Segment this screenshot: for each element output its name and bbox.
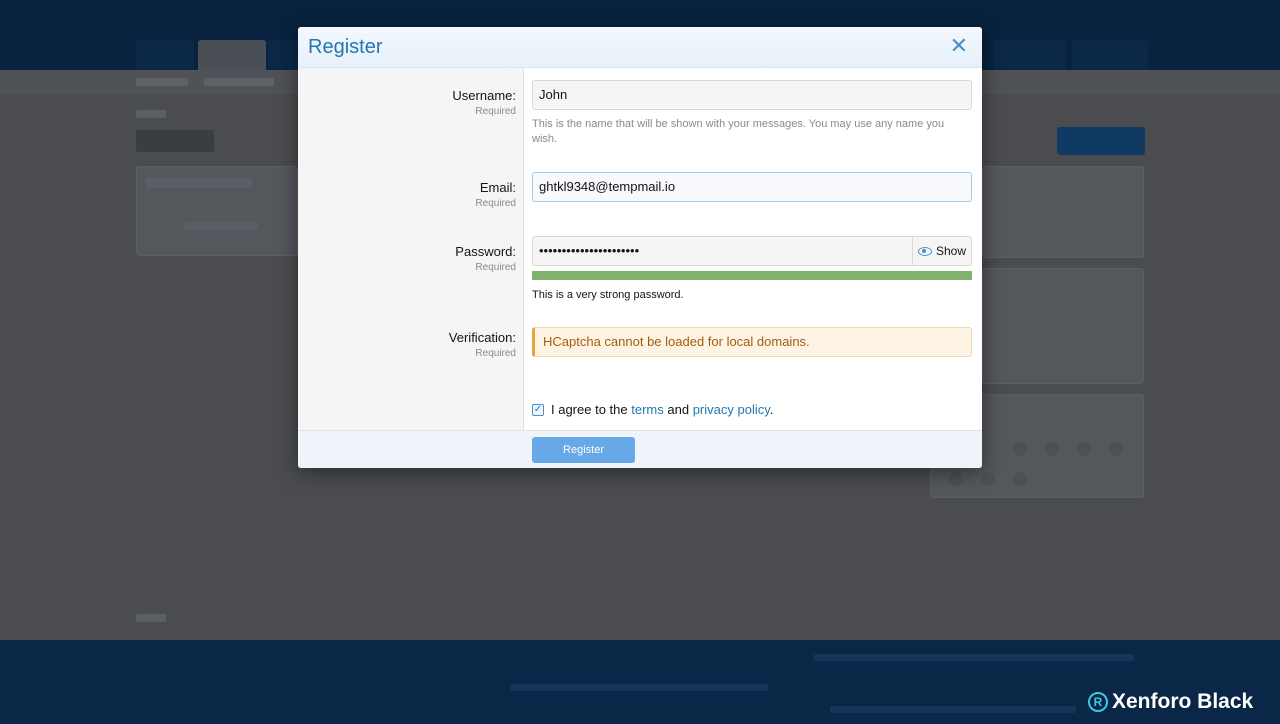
agree-row: ✓ I agree to the terms and privacy polic…: [532, 402, 773, 417]
username-hint: This is the name that will be shown with…: [532, 118, 945, 145]
captcha-warning: HCaptcha cannot be loaded for local doma…: [532, 327, 972, 357]
bg-action-button: [1057, 127, 1145, 155]
email-input[interactable]: ghtkl9348@tempmail.io: [532, 172, 972, 202]
show-password-label: Show: [935, 244, 967, 258]
agree-checkbox[interactable]: ✓: [532, 403, 544, 416]
password-required: Required: [475, 262, 516, 273]
terms-link[interactable]: terms: [631, 402, 664, 417]
bg-nav-tab-active: [198, 40, 266, 70]
bg-share-icon: [981, 472, 995, 486]
password-strength-text: This is a very strong password.: [532, 289, 684, 301]
modal-body: Username: Required John This is the name…: [298, 68, 982, 430]
close-icon[interactable]: ✕: [950, 35, 968, 57]
bg-share-icon: [949, 472, 963, 486]
verification-label: Verification:: [448, 330, 516, 345]
email-field-group: ghtkl9348@tempmail.io: [532, 172, 972, 202]
register-modal: Register ✕ Username: Required John This …: [298, 27, 982, 468]
bg-share-icon: [1045, 442, 1059, 456]
bg-page-title: [136, 130, 214, 152]
bg-footer-links: [814, 654, 1134, 661]
bg-site-logo: [136, 10, 142, 33]
bg-sidebar-block: [982, 268, 1144, 384]
verification-label-group: Verification: Required: [449, 330, 516, 359]
bg-share-icon: [1013, 472, 1027, 486]
username-input[interactable]: John: [532, 80, 972, 110]
bg-footer-meta: [830, 706, 1076, 713]
bg-nav-tab: [1072, 40, 1148, 70]
username-required: Required: [475, 106, 516, 117]
agree-suffix: .: [769, 402, 774, 417]
verification-field-group: HCaptcha cannot be loaded for local doma…: [532, 327, 972, 357]
password-input-wrap: •••••••••••••••••••••• Show: [532, 236, 972, 266]
verification-required: Required: [475, 348, 516, 359]
watermark-text: Xenforo Black: [1112, 690, 1254, 713]
show-password-button[interactable]: Show: [912, 237, 971, 265]
modal-title: Register: [308, 36, 383, 58]
bg-text-line: [184, 222, 258, 230]
registered-icon: R: [1088, 692, 1108, 712]
bg-footer-copyright: [510, 684, 768, 691]
password-strength-fill: [532, 271, 972, 280]
bg-share-icon: [1109, 442, 1123, 456]
bg-nav-tab: [268, 40, 298, 70]
agree-text: I agree to the terms and privacy policy.: [551, 402, 773, 417]
bg-share-icon: [1077, 442, 1091, 456]
bg-share-icon: [1013, 442, 1027, 456]
bg-nav-tab: [136, 40, 194, 70]
agree-prefix: I agree to the: [551, 402, 628, 417]
register-button[interactable]: Register: [532, 437, 635, 463]
agree-conjunction: and: [667, 402, 690, 417]
email-label: Email:: [479, 180, 516, 195]
password-input[interactable]: ••••••••••••••••••••••: [533, 237, 912, 265]
username-label: Username:: [452, 88, 516, 103]
bg-text-line: [136, 614, 166, 622]
privacy-policy-link[interactable]: privacy policy: [693, 402, 770, 417]
email-label-group: Email: Required: [475, 180, 516, 209]
password-strength-meter: [532, 271, 972, 280]
bg-nav-tab: [994, 40, 1066, 70]
modal-footer: Register: [298, 430, 982, 468]
password-label-group: Password: Required: [455, 244, 516, 273]
bg-breadcrumb: [136, 78, 188, 86]
brand-watermark: R Xenforo Black: [1088, 690, 1253, 714]
username-label-group: Username: Required: [452, 88, 516, 117]
email-required: Required: [475, 198, 516, 209]
bg-text-line: [146, 178, 252, 188]
modal-header: Register ✕: [298, 27, 982, 68]
bg-sidebar-block: [982, 166, 1144, 258]
bg-text-line: [136, 110, 166, 118]
bg-breadcrumb: [204, 78, 274, 86]
password-label: Password:: [455, 244, 516, 259]
eye-icon: [917, 246, 932, 256]
password-field-group: •••••••••••••••••••••• Show This is a ve…: [532, 236, 972, 301]
username-field-group: John This is the name that will be shown…: [532, 80, 972, 147]
